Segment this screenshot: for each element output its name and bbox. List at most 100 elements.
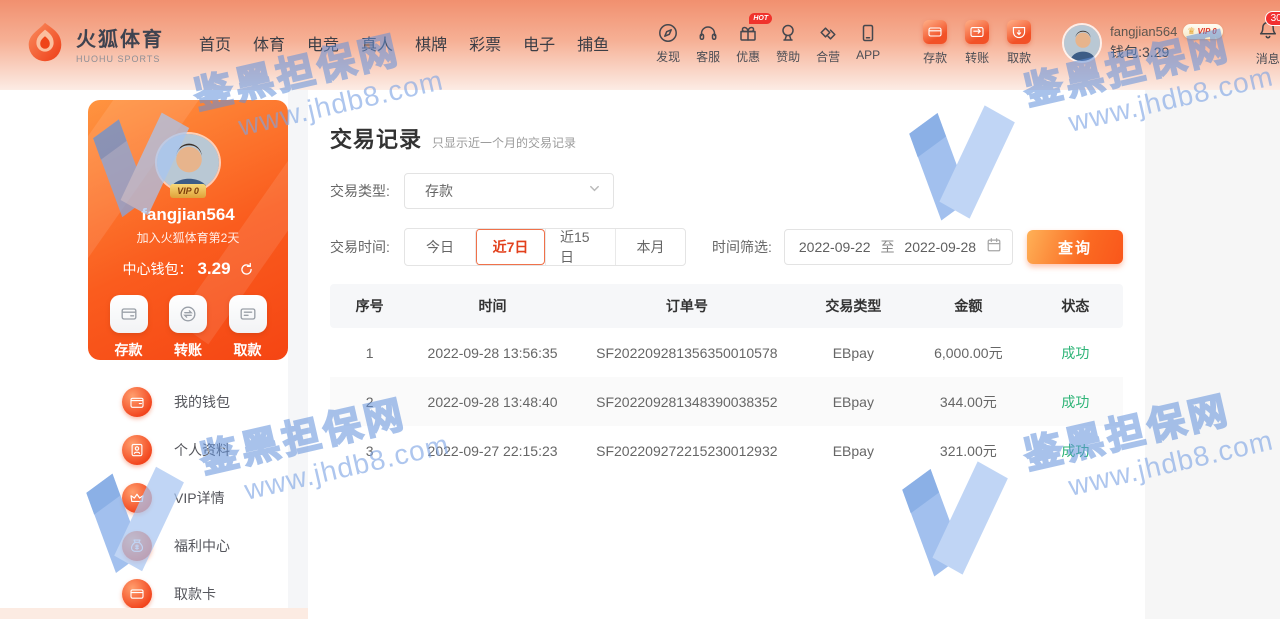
nav-item-fishing[interactable]: 捕鱼: [566, 23, 620, 63]
transactions-table: 序号 时间 订单号 交易类型 金额 状态 1 2022-09-28 13:56:…: [330, 284, 1123, 475]
layout-gap: [288, 90, 308, 619]
withdraw-card-icon: [1007, 20, 1031, 44]
money-bag-icon: [122, 531, 152, 561]
nav-item-live[interactable]: 真人: [350, 23, 404, 63]
sidebar-transfer-button[interactable]: 转账: [169, 295, 207, 360]
nav-item-slots[interactable]: 电子: [512, 23, 566, 63]
transfer-button[interactable]: 转账: [956, 20, 998, 66]
page-subtitle: 只显示近一个月的交易记录: [432, 134, 576, 151]
transaction-type-select[interactable]: 存款: [404, 173, 614, 209]
transaction-type-label: 交易类型:: [330, 181, 404, 201]
transfer-card-icon: [965, 20, 989, 44]
profile-username: fangjian564: [141, 205, 235, 225]
discover-label: 发现: [656, 48, 680, 65]
withdraw-button[interactable]: 取款: [998, 20, 1040, 66]
calendar-icon: [986, 237, 1002, 258]
crown-icon: ♛: [1187, 26, 1195, 37]
nav-item-home[interactable]: 首页: [188, 23, 242, 63]
transaction-time-row: 交易时间: 今日 近7日 近15日 本月 时间筛选: 2022-09-22 至 …: [330, 228, 1123, 266]
header-wallet-value: 钱包:3.29: [1110, 42, 1223, 62]
vip-badge: ♛VIP 0: [1183, 24, 1222, 39]
cell-type: EBpay: [798, 394, 909, 410]
sidebar-withdraw-button[interactable]: 取款: [229, 295, 267, 360]
cell-time: 2022-09-28 13:56:35: [409, 345, 576, 361]
profile-actions: 存款 转账 取款: [88, 295, 288, 360]
sponsor-button[interactable]: 赞助: [768, 22, 808, 65]
time-option-today[interactable]: 今日: [405, 229, 475, 265]
gift-icon: [737, 22, 759, 44]
cell-status: 成功: [1028, 343, 1123, 363]
time-option-this-month[interactable]: 本月: [615, 229, 685, 265]
deposit-card-icon: [923, 20, 947, 44]
cell-type: EBpay: [798, 443, 909, 459]
sponsor-icon: [777, 22, 799, 44]
main-nav: 首页 体育 电竞 真人 棋牌 彩票 电子 捕鱼: [188, 23, 620, 63]
support-label: 客服: [696, 48, 720, 65]
time-segment-group: 今日 近7日 近15日 本月: [404, 228, 686, 266]
logo[interactable]: 火狐体育 HUOHU SPORTS: [22, 20, 174, 66]
promo-button[interactable]: HOT 优惠: [728, 22, 768, 65]
profile-vip-badge: VIP 0: [170, 184, 206, 198]
deposit-button[interactable]: 存款: [914, 20, 956, 66]
user-meta: fangjian564 ♛VIP 0 钱包:3.29: [1110, 24, 1223, 62]
top-right-group: 30 消息 退出: [1243, 19, 1280, 67]
profile-joined-text: 加入火狐体育第2天: [137, 229, 240, 246]
sidebar-item-label: 个人资料: [174, 440, 230, 460]
table-row: 1 2022-09-28 13:56:35 SF2022092813563500…: [330, 328, 1123, 377]
refresh-icon[interactable]: [239, 262, 254, 277]
sidebar-item-label: VIP详情: [174, 488, 225, 508]
col-header-status: 状态: [1028, 296, 1123, 316]
sidebar-withdraw-label: 取款: [234, 340, 262, 360]
app-button[interactable]: APP: [848, 22, 888, 65]
time-option-last15days[interactable]: 近15日: [545, 229, 615, 265]
message-count-badge: 30: [1265, 11, 1280, 26]
cell-time: 2022-09-28 13:48:40: [409, 394, 576, 410]
sidebar-deposit-button[interactable]: 存款: [110, 295, 148, 360]
col-header-no: 序号: [330, 296, 409, 316]
nav-item-chess[interactable]: 棋牌: [404, 23, 458, 63]
messages-button[interactable]: 30 消息: [1243, 19, 1280, 67]
cell-type: EBpay: [798, 345, 909, 361]
app-label: APP: [856, 48, 880, 62]
cell-order-number: SF202209281348390038352: [576, 394, 798, 410]
support-button[interactable]: 客服: [688, 22, 728, 65]
date-range-picker[interactable]: 2022-09-22 至 2022-09-28: [784, 229, 1013, 265]
sidebar-item-profile[interactable]: 个人资料: [88, 426, 288, 474]
nav-item-esports[interactable]: 电竞: [296, 23, 350, 63]
right-gutter: [1145, 90, 1280, 619]
time-option-last7days[interactable]: 近7日: [475, 229, 545, 265]
cell-order-number: SF202209281356350010578: [576, 345, 798, 361]
sponsor-label: 赞助: [776, 48, 800, 65]
sidebar-item-label: 取款卡: [174, 584, 216, 604]
sidebar-item-my-wallet[interactable]: 我的钱包: [88, 378, 288, 426]
transfer-label: 转账: [965, 49, 989, 66]
sidebar-item-vip-details[interactable]: VIP详情: [88, 474, 288, 522]
nav-item-lottery[interactable]: 彩票: [458, 23, 512, 63]
id-card-icon: [122, 435, 152, 465]
quick-icon-group: 发现 客服 HOT 优惠 赞助: [648, 22, 888, 65]
partner-button[interactable]: 合营: [808, 22, 848, 65]
deposit-label: 存款: [923, 49, 947, 66]
nav-item-sports[interactable]: 体育: [242, 23, 296, 63]
deposit-icon: [110, 295, 148, 333]
center-wallet-value: 3.29: [197, 259, 230, 279]
sidebar-item-label: 福利中心: [174, 536, 230, 556]
sidebar-item-welfare-center[interactable]: 福利中心: [88, 522, 288, 570]
partner-icon: [817, 22, 839, 44]
center-wallet-label: 中心钱包：: [122, 259, 192, 279]
query-button[interactable]: 查询: [1027, 230, 1123, 264]
page-title: 交易记录: [330, 122, 422, 154]
flame-logo-icon: [22, 20, 68, 66]
cell-order-number: SF202209272215230012932: [576, 443, 798, 459]
cell-no: 1: [330, 345, 409, 361]
user-chip[interactable]: fangjian564 ♛VIP 0 钱包:3.29: [1062, 23, 1223, 63]
table-row: 3 2022-09-27 22:15:23 SF2022092722152300…: [330, 426, 1123, 475]
vip-level: VIP 0: [1197, 27, 1216, 36]
discover-button[interactable]: 发现: [648, 22, 688, 65]
date-separator: 至: [880, 237, 894, 257]
withdraw-icon: [229, 295, 267, 333]
page-root: 火狐体育 HUOHU SPORTS 首页 体育 电竞 真人 棋牌 彩票 电子 捕…: [0, 0, 1280, 619]
cell-status: 成功: [1028, 392, 1123, 412]
transaction-type-value: 存款: [425, 181, 453, 201]
transaction-type-row: 交易类型: 存款: [330, 173, 1123, 209]
